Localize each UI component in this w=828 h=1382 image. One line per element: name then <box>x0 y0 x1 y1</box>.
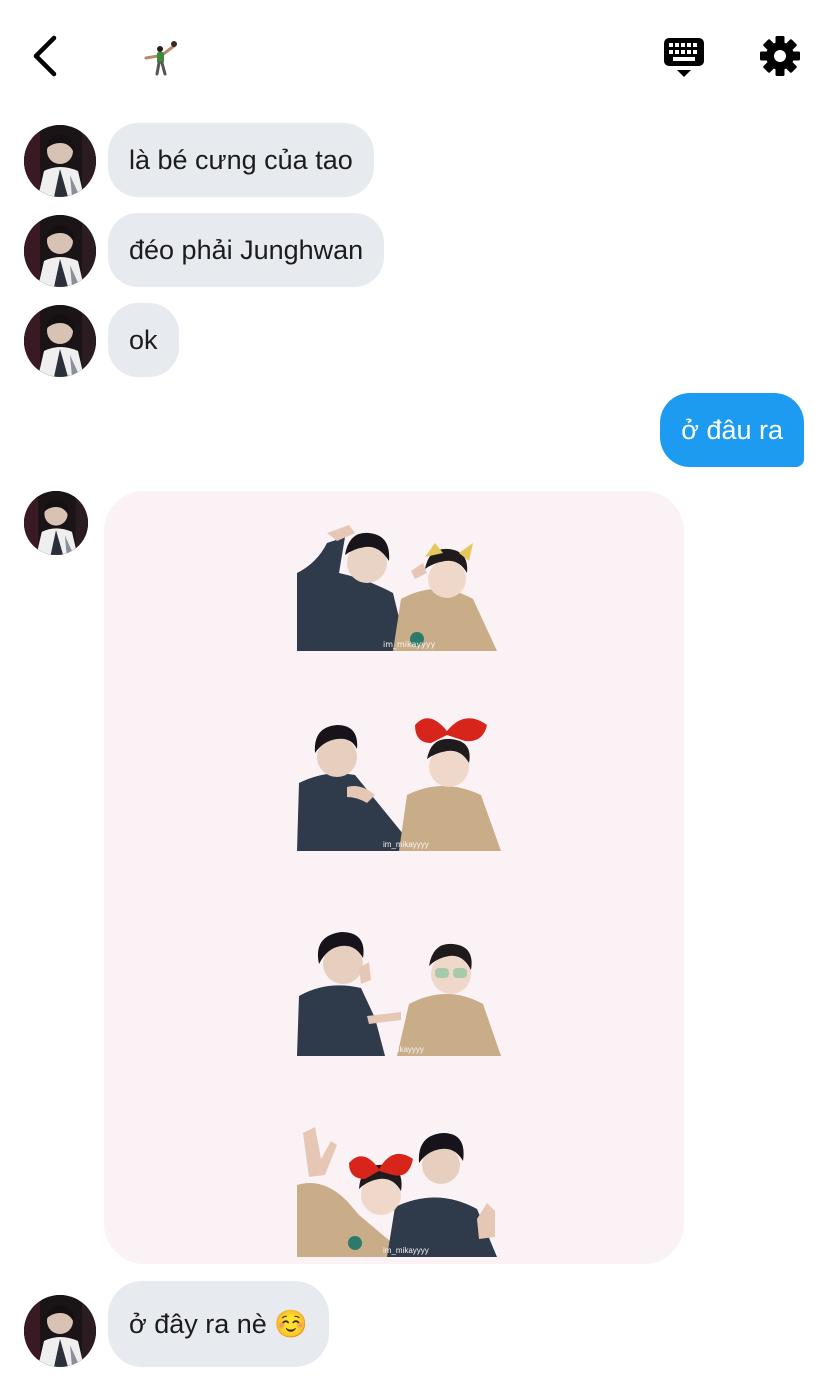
sender-avatar[interactable] <box>24 491 88 555</box>
keyboard-icon[interactable] <box>660 34 708 80</box>
message-bubble-incoming[interactable]: là bé cưng của tao <box>108 123 374 197</box>
chat-header <box>0 0 828 110</box>
sticker-watermark: mikayyyy <box>391 1045 424 1054</box>
sender-avatar[interactable] <box>24 215 96 287</box>
sticker-photo: mikayyyy <box>297 918 503 1056</box>
sender-avatar[interactable] <box>24 305 96 377</box>
sticker-watermark: im_mikayyyy <box>383 840 429 849</box>
sticker-photo: im_mikayyyy <box>297 513 503 651</box>
sticker-watermark: im_mikayyyy <box>383 640 436 649</box>
sender-avatar[interactable] <box>24 125 96 197</box>
dancer-figure-icon[interactable] <box>138 36 182 80</box>
gear-icon[interactable] <box>758 34 802 78</box>
message-bubble-incoming[interactable]: ok <box>108 303 179 377</box>
message-bubble-incoming[interactable]: đéo phải Junghwan <box>108 213 385 287</box>
sticker-photo: im_mikayyyy <box>297 713 503 851</box>
sticker-watermark: im_mikayyyy <box>383 1246 429 1255</box>
sticker-photo: im_mikayyyy <box>297 1119 503 1257</box>
sticker-image-message[interactable]: im_mikayyyy im_mikayyyy mikayyyy im_mika… <box>104 491 684 1264</box>
message-bubble-outgoing[interactable]: ở đâu ra <box>660 393 804 467</box>
chevron-left-icon[interactable] <box>26 34 66 78</box>
message-bubble-incoming[interactable]: ở đây ra nè ☺️ <box>108 1281 329 1367</box>
sender-avatar[interactable] <box>24 1295 96 1367</box>
